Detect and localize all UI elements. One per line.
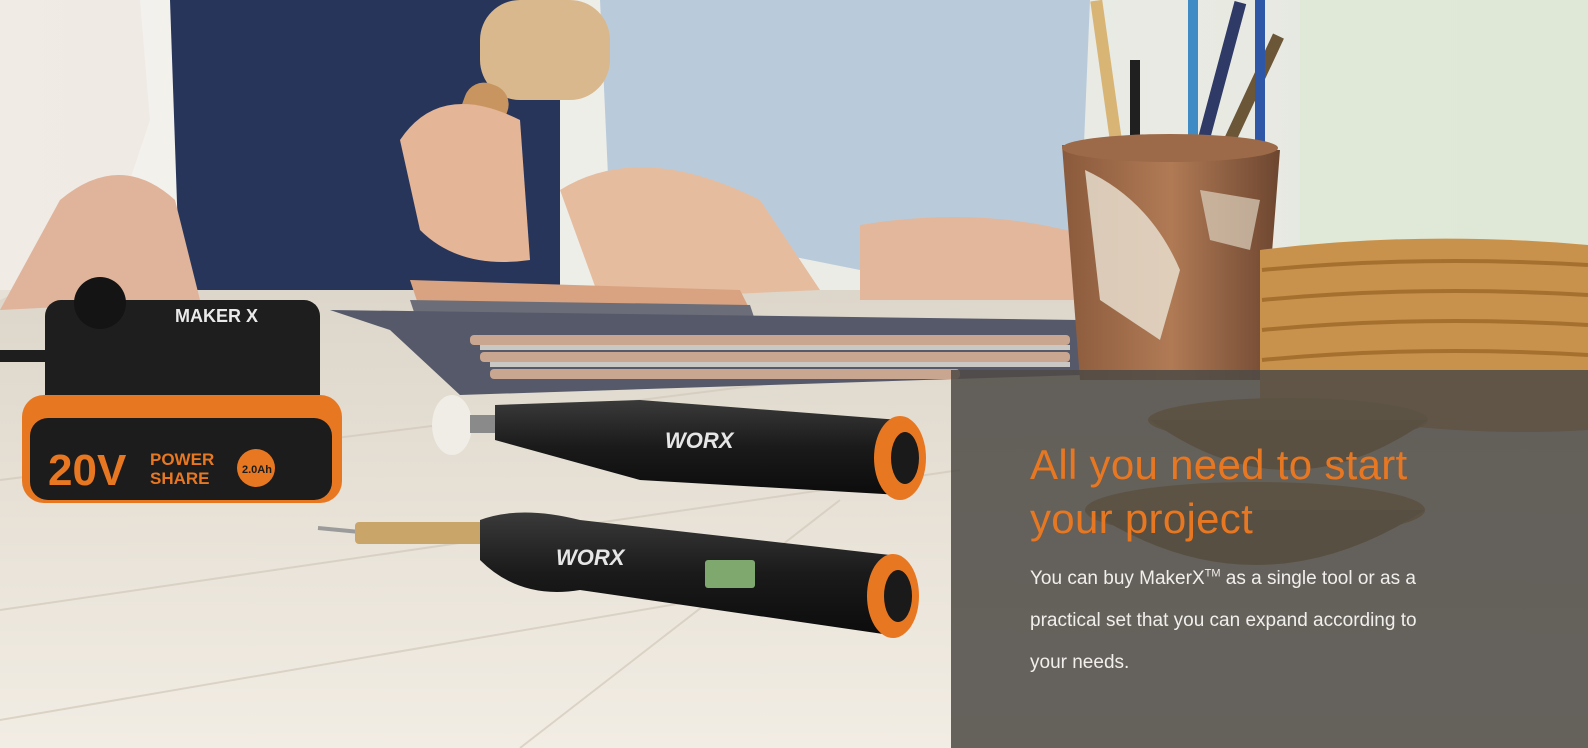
panel-description-part1: You can buy MakerX (1030, 568, 1205, 589)
battery-brand-label: MAKER X (175, 306, 258, 326)
battery-capacity-label: 2.0Ah (242, 464, 272, 476)
panel-description: You can buy MakerXTM as a single tool or… (1030, 558, 1450, 684)
rotary-tool-brand: WORX (665, 428, 735, 453)
info-panel: All you need to start your project You c… (951, 370, 1588, 748)
battery-voltage-label: 20V (48, 446, 127, 495)
battery-powershare-line1: POWER (150, 450, 214, 469)
trademark-mark: TM (1204, 567, 1221, 580)
soldering-iron-brand: WORX (556, 545, 626, 570)
soldering-iron-display (705, 560, 755, 588)
panel-title: All you need to start your project (1030, 441, 1408, 542)
rotary-tool-bit (432, 395, 472, 455)
battery-powershare-line2: SHARE (150, 469, 210, 488)
